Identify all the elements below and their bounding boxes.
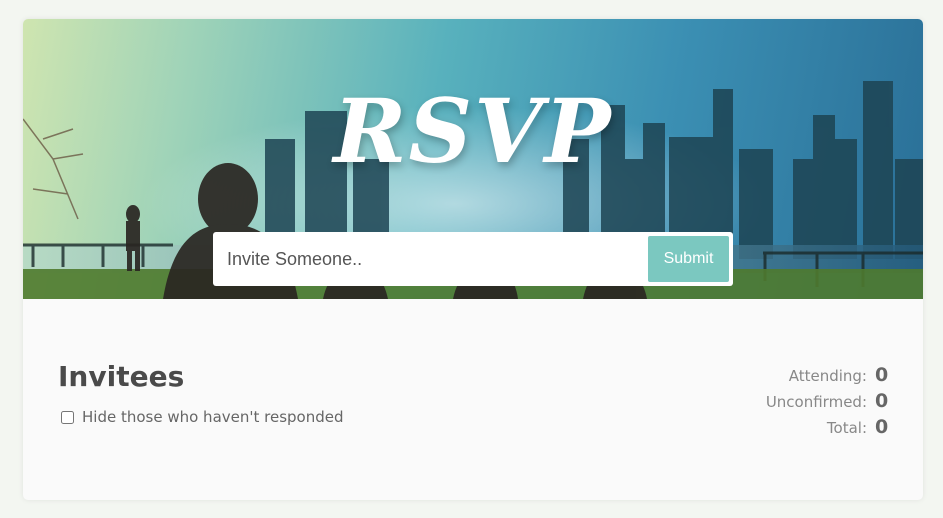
invitees-heading: Invitees — [58, 360, 185, 393]
hide-unresponded-label: Hide those who haven't responded — [82, 408, 344, 426]
rsvp-card: RSVP Submit Invitees Hide those who have… — [23, 19, 923, 500]
stat-value: 0 — [875, 390, 889, 412]
hide-unresponded-filter[interactable]: Hide those who haven't responded — [61, 408, 344, 426]
submit-button[interactable]: Submit — [648, 236, 729, 282]
stat-value: 0 — [875, 416, 889, 438]
invite-form: Submit — [213, 232, 733, 286]
page-title: RSVP — [333, 79, 613, 183]
stat-value: 0 — [875, 364, 889, 386]
stat-label: Attending: — [788, 367, 867, 385]
stat-attending: Attending: 0 — [637, 364, 889, 390]
stat-label: Total: — [826, 419, 867, 437]
invite-input[interactable] — [215, 234, 635, 284]
hero-banner: RSVP Submit — [23, 19, 923, 299]
stat-unconfirmed: Unconfirmed: 0 — [637, 390, 889, 416]
stat-label: Unconfirmed: — [765, 393, 867, 411]
rsvp-stats: Attending: 0 Unconfirmed: 0 Total: 0 — [637, 364, 889, 442]
stat-total: Total: 0 — [637, 416, 889, 442]
hide-unresponded-checkbox[interactable] — [61, 410, 74, 424]
